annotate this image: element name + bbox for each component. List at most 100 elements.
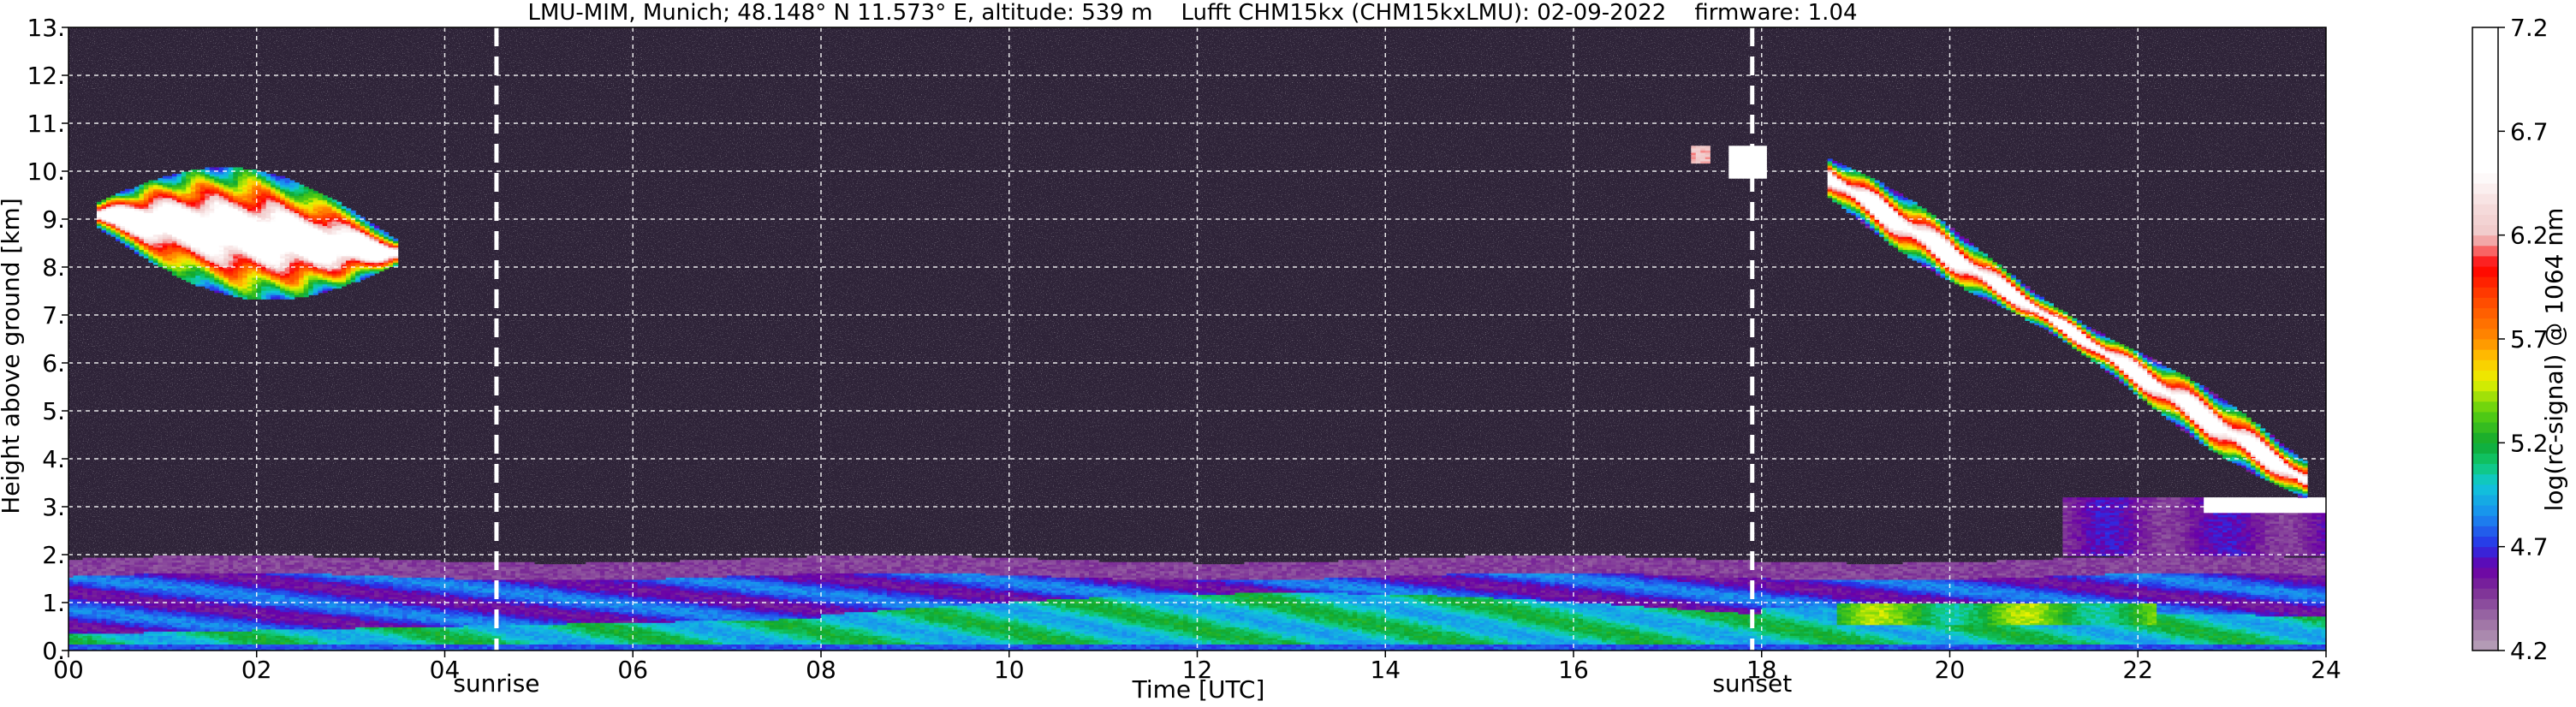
heatmap-cell — [252, 169, 258, 173]
heatmap-cell — [322, 195, 328, 199]
heatmap-cell — [289, 556, 295, 559]
heatmap-cell — [312, 557, 318, 561]
heatmap-cell — [271, 174, 277, 177]
heatmap-cell — [120, 557, 126, 561]
heatmap-cell — [318, 193, 324, 196]
heatmap-cell — [237, 556, 243, 559]
heatmap-cell — [97, 557, 103, 561]
heatmap-cell — [124, 557, 130, 561]
heatmap-cell — [284, 178, 290, 181]
heatmap-cell — [261, 556, 267, 559]
heatmap-cell — [214, 556, 220, 559]
heatmap-cell — [176, 174, 182, 177]
heatmap-cell — [181, 556, 187, 559]
heatmap-cell — [280, 556, 286, 559]
heatmap-cell — [289, 180, 295, 183]
heatmap-cell — [101, 199, 107, 203]
heatmap-cell — [199, 556, 205, 559]
heatmap-cell — [299, 184, 305, 187]
heatmap-cell — [233, 167, 239, 170]
heatmap-cell — [209, 167, 215, 170]
heatmap-cell — [209, 556, 215, 559]
heatmap-cell — [139, 557, 145, 561]
heatmap-cell — [256, 171, 262, 175]
chart-title: LMU-MIM, Munich; 48.148° N 11.573° E, al… — [527, 0, 1857, 26]
heatmap-cell — [284, 556, 290, 559]
heatmap-cell — [247, 556, 253, 559]
heatmap-cell — [303, 556, 309, 559]
heatmap-cell — [336, 201, 342, 205]
heatmap-cell — [158, 178, 164, 181]
heatmap-cell — [214, 167, 220, 170]
heatmap-cell — [205, 167, 211, 170]
heatmap-cell — [186, 556, 192, 559]
heatmap-cell — [176, 556, 182, 559]
heatmap-cell — [331, 557, 337, 561]
heatmap-cell — [252, 556, 258, 559]
heatmap-cell — [318, 557, 324, 561]
heatmap-cell — [327, 557, 333, 561]
heatmap-cell — [181, 171, 187, 175]
heatmap-cell — [87, 557, 93, 561]
heatmap-cell — [167, 556, 173, 559]
heatmap-cell — [78, 560, 84, 563]
heatmap-cell — [73, 560, 79, 563]
heatmap-cell — [110, 195, 116, 199]
heatmap-cell — [228, 556, 234, 559]
heatmap-cell — [171, 556, 177, 559]
heatmap-cell — [115, 557, 121, 561]
heatmap-cell — [190, 556, 196, 559]
heatmap-cell — [205, 556, 211, 559]
heatmap-cell — [106, 197, 112, 200]
heatmap-cell — [256, 556, 262, 559]
heatmap-cell — [195, 556, 201, 559]
heatmap-cell — [280, 175, 286, 179]
heatmap-cell — [110, 557, 116, 561]
heatmap-cell — [331, 199, 337, 203]
heatmap-cell — [143, 182, 149, 186]
heatmap-cell — [148, 557, 154, 561]
heatmap-cell — [167, 175, 173, 179]
heatmap-cell — [294, 182, 300, 186]
heatmap-cell — [275, 556, 281, 559]
heatmap-cell — [139, 184, 145, 187]
heatmap-cell — [143, 557, 149, 561]
heatmap-cell — [303, 187, 309, 190]
heatmap-cell — [120, 191, 126, 194]
heatmap-cell — [223, 556, 229, 559]
heatmap-cell — [242, 556, 248, 559]
heatmap-cell — [312, 191, 318, 194]
heatmap-cell — [92, 557, 98, 561]
heatmap-cell — [275, 175, 281, 179]
heatmap-cell — [162, 556, 168, 559]
heatmap-cell — [129, 188, 135, 192]
heatmap-cell — [101, 557, 107, 561]
heatmap-cell — [171, 174, 177, 177]
heatmap-cell — [134, 187, 140, 190]
heatmap-cell — [228, 167, 234, 170]
heatmap-cell — [308, 188, 314, 192]
heatmap-cell — [223, 167, 229, 170]
heatmap-cell — [124, 188, 130, 192]
heatmap-cell — [186, 171, 192, 175]
heatmap-cell — [322, 557, 328, 561]
heatmap-cell — [294, 556, 300, 559]
heatmap-cell — [341, 557, 347, 561]
heatmap-cell — [115, 193, 121, 196]
lidar-chart: LMU-MIM, Munich; 48.148° N 11.573° E, al… — [0, 0, 2568, 704]
heatmap-cell — [299, 556, 305, 559]
heatmap-cell — [265, 174, 271, 177]
heatmap-cell — [218, 556, 224, 559]
heatmap-cell — [265, 556, 271, 559]
heatmap-cell — [233, 556, 239, 559]
heatmap-cell — [134, 557, 140, 561]
heatmap-cell — [97, 201, 103, 205]
heatmap-cell — [162, 175, 168, 179]
heatmap-cell — [68, 560, 74, 563]
plot-area — [68, 27, 2326, 651]
heatmap-cell — [336, 557, 342, 561]
heatmap-cell — [106, 557, 112, 561]
heatmap-cell — [148, 180, 154, 183]
heatmap-cell — [308, 556, 314, 559]
heatmap-cell — [271, 556, 277, 559]
